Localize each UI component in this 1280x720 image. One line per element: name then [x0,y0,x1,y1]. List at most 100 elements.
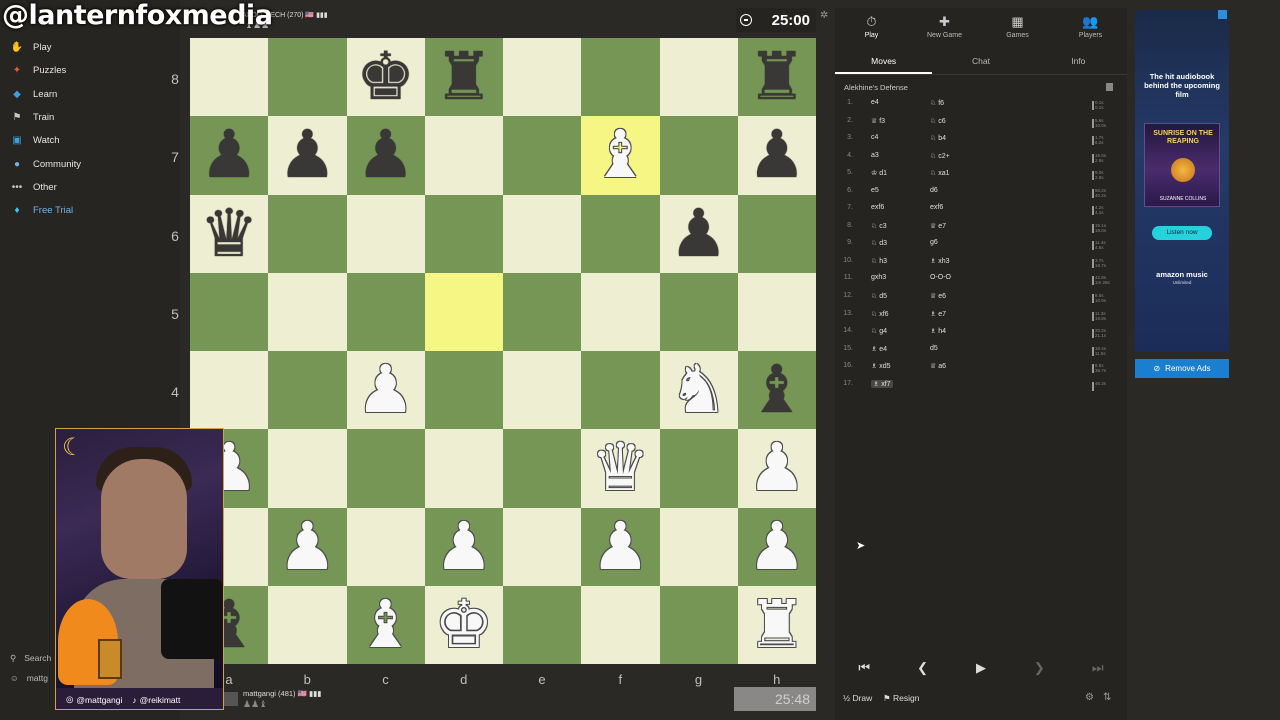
white-move[interactable]: ♘ xf6 [871,310,889,318]
square-f2[interactable]: ♟ [581,507,660,586]
square-h2[interactable]: ♟ [737,507,816,586]
white-move[interactable]: ♗ xd5 [871,362,891,370]
sidebar-item-other[interactable]: ••• Other [0,176,180,199]
subtab-moves[interactable]: Moves [835,51,933,74]
white-move[interactable]: ♘ c3 [871,222,887,230]
black-move[interactable]: exf6 [930,204,943,211]
black-move[interactable]: ♕ e6 [930,292,946,300]
white-move[interactable]: ♕ f3 [871,117,885,125]
advertisement[interactable]: The hit audiobook behind the upcoming fi… [1135,10,1229,352]
white-rook-icon[interactable]: ♜ [747,591,806,658]
opening-book-icon[interactable] [1106,83,1113,91]
square-a8[interactable] [190,38,269,117]
white-bishop-icon[interactable]: ♝ [591,122,650,188]
square-h1[interactable]: ♜ [737,585,816,664]
resign-button[interactable]: ⚑ Resign [883,693,919,704]
white-queen-icon[interactable]: ♛ [591,435,650,501]
white-pawn-icon[interactable]: ♟ [356,357,415,423]
square-f4[interactable] [581,351,660,430]
white-move[interactable]: ♗ e4 [871,345,887,353]
square-f5[interactable] [581,272,660,351]
black-move[interactable]: ♘ f6 [930,99,944,107]
square-d1[interactable]: ♚ [424,585,503,664]
sidebar-item-play[interactable]: ✋ Play [0,36,180,59]
draw-button[interactable]: ½ Draw [843,693,872,703]
square-g3[interactable] [659,429,738,508]
square-e4[interactable] [503,351,582,430]
black-king-icon[interactable]: ♚ [356,44,415,110]
square-e8[interactable] [503,38,582,117]
square-h3[interactable]: ♟ [737,429,816,508]
square-g8[interactable] [659,38,738,117]
white-move[interactable]: e5 [871,187,879,194]
white-move[interactable]: ♘ d5 [871,292,887,300]
white-move[interactable]: ♘ h3 [871,257,887,265]
sidebar-item-puzzles[interactable]: ✦ Puzzles [0,59,180,82]
square-b4[interactable] [268,351,347,430]
square-c4[interactable]: ♟ [346,351,425,430]
chess-board[interactable]: ♚ ♜ ♜ ♟ ♟ ♟ ♝ ♟ ♛ ♟ ♟ ♞ ♝ ♟ ♛ ♟ ♟ ♟ ♟ ♟ ♝ ♝ ♚ ♜ [190,38,816,664]
square-h8[interactable]: ♜ [737,38,816,117]
black-pawn-icon[interactable]: ♟ [200,122,259,188]
square-a7[interactable]: ♟ [190,116,269,195]
tab-games[interactable]: ▦ Games [981,8,1054,48]
white-pawn-icon[interactable]: ♟ [591,513,650,580]
tab-new-game[interactable]: ✚ New Game [908,8,981,48]
white-move[interactable]: ♘ d3 [871,239,887,247]
black-move[interactable]: ♘ b4 [930,134,946,142]
square-e2[interactable] [503,507,582,586]
square-d2[interactable]: ♟ [424,507,503,586]
white-move[interactable]: ♘ g4 [871,327,887,335]
first-move-button[interactable]: ⏮ [842,656,886,680]
sidebar-item-free-trial[interactable]: ♦ Free Trial [0,199,180,222]
square-c6[interactable] [346,194,425,273]
black-pawn-icon[interactable]: ♟ [747,122,806,188]
black-move[interactable]: ♗ e7 [930,310,946,318]
square-a4[interactable] [190,351,269,430]
square-d6[interactable] [424,194,503,273]
square-b5[interactable] [268,272,347,351]
square-d8[interactable]: ♜ [424,38,503,117]
square-d5[interactable] [424,272,503,351]
square-h5[interactable] [737,272,816,351]
subtab-info[interactable]: Info [1030,51,1127,74]
sidebar-item-community[interactable]: ● Community [0,152,180,175]
square-f6[interactable] [581,194,660,273]
black-move[interactable]: d6 [930,187,938,194]
flip-board-icon[interactable]: ⇅ [1103,692,1111,703]
square-h7[interactable]: ♟ [737,116,816,195]
square-g4[interactable]: ♞ [659,351,738,430]
sidebar-item-watch[interactable]: ▣ Watch [0,129,180,152]
white-pawn-icon[interactable]: ♟ [278,513,337,580]
square-c8[interactable]: ♚ [346,38,425,117]
black-rook-icon[interactable]: ♜ [434,44,493,110]
square-c7[interactable]: ♟ [346,116,425,195]
sidebar-item-train[interactable]: ⚑ Train [0,106,180,129]
square-b7[interactable]: ♟ [268,116,347,195]
black-move[interactable]: ♘ c2+ [930,152,950,160]
tab-play[interactable]: ⏱ Play [835,8,908,48]
previous-move-button[interactable]: ❮ [901,656,945,680]
white-move[interactable]: gxh3 [871,274,886,281]
square-b8[interactable] [268,38,347,117]
square-f3[interactable]: ♛ [581,429,660,508]
square-h4[interactable]: ♝ [737,351,816,430]
black-move[interactable]: d5 [930,345,938,352]
white-pawn-icon[interactable]: ♟ [747,435,806,501]
square-c2[interactable] [346,507,425,586]
square-f7[interactable]: ♝ [581,116,660,195]
board-settings-icon[interactable]: ✲ [820,10,828,21]
square-f8[interactable] [581,38,660,117]
white-king-icon[interactable]: ♚ [434,591,493,658]
last-move-button[interactable]: ⏭ [1076,656,1120,680]
black-move[interactable]: O-O-O [930,274,951,281]
black-move[interactable]: ♕ a6 [930,362,946,370]
square-g5[interactable] [659,272,738,351]
analysis-icon[interactable]: ⚙ [1085,692,1094,703]
square-e7[interactable] [503,116,582,195]
square-a6[interactable]: ♛ [190,194,269,273]
white-move[interactable]: ♔ d1 [871,169,887,177]
square-b6[interactable] [268,194,347,273]
listen-now-button[interactable]: Listen now [1152,226,1212,240]
black-pawn-icon[interactable]: ♟ [356,122,415,188]
